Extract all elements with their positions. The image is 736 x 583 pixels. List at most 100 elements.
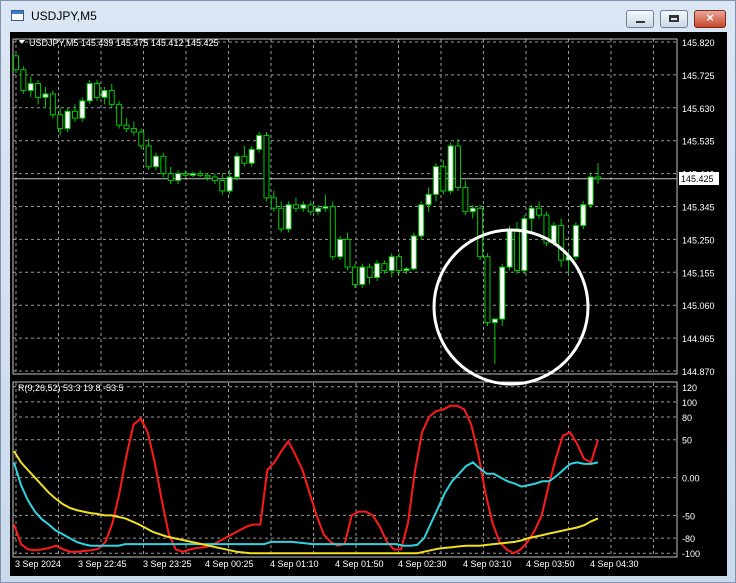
candle-body-down [536,207,543,216]
candle [182,170,189,178]
chart-window-icon [11,10,24,21]
candle [455,138,462,191]
candle-body-up [587,176,594,206]
candle [440,159,447,195]
candle [432,163,439,202]
candle [359,263,366,288]
candle [307,201,314,216]
indicator-tick-label: -80 [682,534,695,544]
candle-body-down [292,204,299,209]
time-tick-label: 4 Sep 00:25 [205,559,254,569]
candle-body-down [307,204,314,213]
candle-body-down [204,174,211,178]
candle [477,204,484,261]
candle [580,201,587,230]
chart-area[interactable]: 145.820145.725145.630145.535145.440145.3… [10,32,727,576]
candle-body-down [396,256,403,272]
candle-body-down [138,131,145,147]
candle-body-up [315,207,322,213]
price-tick-label: 145.060 [682,301,715,311]
candle-body-up [359,266,366,285]
candle [506,225,513,271]
indicator-header: R(9,26,52) 53.3 19.8 -53.5 [18,383,124,393]
candle [160,152,167,178]
minimize-button[interactable] [626,10,654,28]
candle-body-up [491,318,498,324]
candle-body-up [226,176,233,192]
candle [410,232,417,271]
candle [42,87,49,108]
candle [248,145,255,167]
candle-body-down [351,266,358,285]
candle-body-down [455,145,462,188]
time-tick-label: 3 Sep 22:45 [78,559,127,569]
candle [116,100,123,129]
frame [12,38,678,558]
indicator-series-line [13,461,599,547]
candles [13,52,601,365]
candle [425,187,432,212]
close-icon: × [706,10,714,25]
candle-body-up [373,263,380,278]
title-bar[interactable]: USDJPY,M5 × [1,1,735,31]
maximize-button[interactable] [660,10,688,28]
candle-body-up [447,145,454,192]
candle-body-down [116,103,123,126]
candle-body-up [388,256,395,272]
candle [71,104,78,122]
candle-body-down [344,238,351,268]
candle-body-up [101,89,108,98]
candle [270,190,277,212]
candle-body-up [469,207,476,213]
candle [373,260,380,281]
candle [263,132,270,202]
indicator-tick-label: -50 [682,511,695,521]
candle-body-down [462,186,469,213]
candle [241,145,248,167]
candle-body-down [35,83,42,98]
candle-body-down [513,228,520,272]
price-tick-label: 145.535 [682,137,715,147]
candle-body-up [580,204,587,227]
candle-body-down [49,93,56,116]
candle-body-down [145,145,152,168]
window-title: USDJPY,M5 [31,9,97,23]
candle [101,87,108,105]
indicator-panel-frame [12,381,678,558]
candle-body-down [197,173,204,176]
time-tick-label: 4 Sep 01:10 [270,559,319,569]
candle [197,170,204,178]
candle-body-down [211,176,218,182]
chart-header: USDJPY,M5 145.439 145.475 145.412 145.42… [29,38,218,48]
candle-body-down [366,266,373,278]
candle [175,170,182,184]
price-tick-label: 145.345 [682,203,715,213]
candle-body-up [410,235,417,270]
price-tick-label: 145.820 [682,38,715,48]
candle [285,201,292,233]
price-tick-label: 145.155 [682,268,715,278]
candle-body-down [130,128,137,133]
candle-body-up [64,110,71,130]
time-tick-label: 4 Sep 04:30 [590,559,639,569]
candle-body-up [506,228,513,268]
candle [484,253,491,326]
candle [396,253,403,275]
candle [587,173,594,209]
grid [13,39,677,557]
candle [86,80,93,105]
candle [462,180,469,216]
candle-body-up [337,238,344,258]
candle-body-up [528,207,535,220]
candle-body-down [94,83,101,98]
candle-body-down [270,197,277,209]
candle [337,235,344,261]
candle [94,80,101,101]
close-button[interactable]: × [694,10,726,28]
candle-body-up [432,166,439,195]
candle [256,132,263,153]
chart-window: USDJPY,M5 × 145.820 145.725 145.630 145.535… [0,0,736,583]
price-chart-svg[interactable]: 145.820145.725145.630145.535145.440145.3… [10,32,727,576]
candle-body-down [595,176,601,180]
candle-body-up [79,100,86,119]
